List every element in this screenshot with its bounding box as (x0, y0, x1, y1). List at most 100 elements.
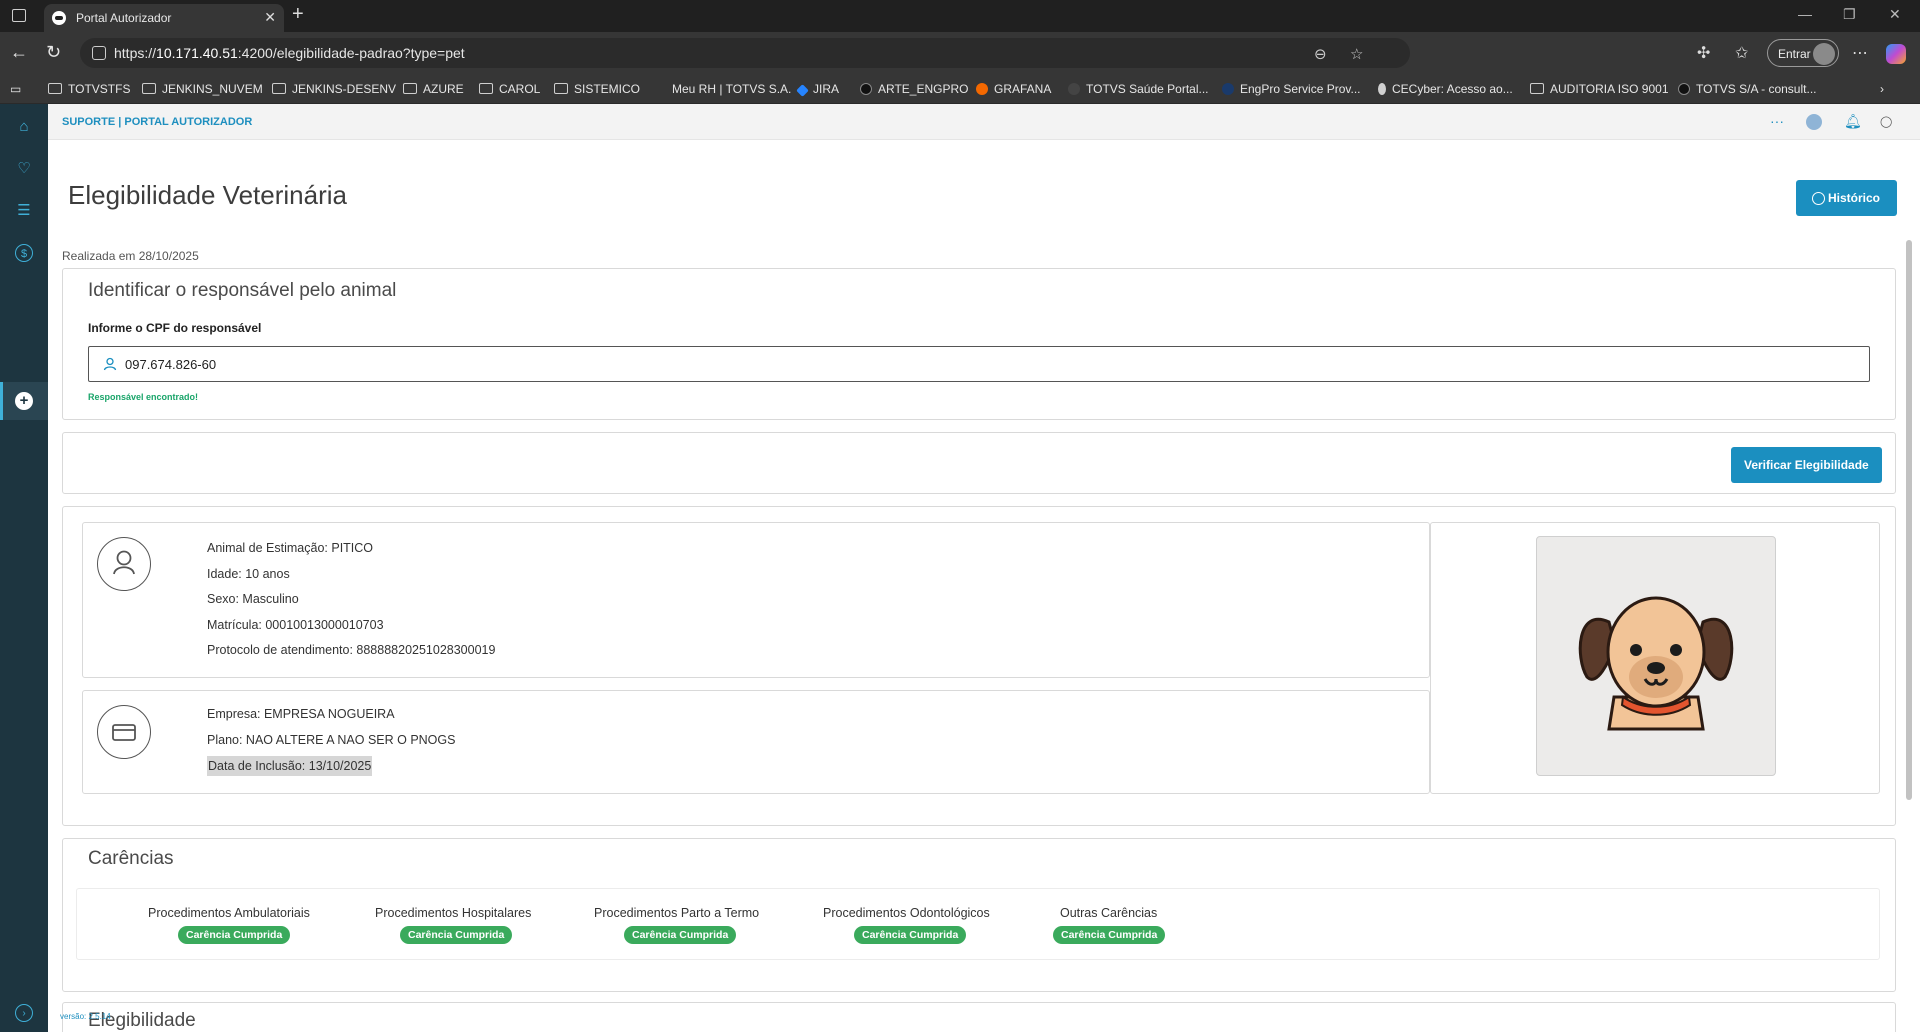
signin-button[interactable]: Entrar (1767, 39, 1839, 67)
site-icon (1068, 83, 1080, 95)
carencia-status-badge: Carência Cumprida (854, 926, 967, 944)
close-window-icon[interactable]: ✕ (1889, 6, 1901, 23)
carencia-status-badge: Carência Cumprida (400, 926, 513, 944)
address-toolbar: ← ↻ https://10.171.40.51:4200/elegibilid… (0, 32, 1920, 74)
pet-registration: Matrícula: 00010013000010703 (207, 618, 384, 632)
bookmark-meu-rh[interactable]: Meu RH | TOTVS S.A. (672, 82, 791, 96)
more-options-icon[interactable]: ··· (1770, 113, 1784, 129)
bookmark-engpro-service[interactable]: EngPro Service Prov... (1222, 82, 1361, 96)
carencia-label-hospitalares: Procedimentos Hospitalares (375, 906, 532, 920)
favorite-star-icon[interactable]: ☆ (1350, 45, 1363, 63)
identify-title: Identificar o responsável pelo animal (88, 280, 397, 301)
responsavel-found-message: Responsável encontrado! (88, 392, 199, 402)
settings-more-icon[interactable]: ⋯ (1852, 43, 1868, 63)
url-field[interactable]: https://10.171.40.51:4200/elegibilidade-… (80, 38, 1410, 68)
bookmark-jira[interactable]: JIRA (796, 82, 839, 97)
bookmark-auditoria[interactable]: AUDITORIA ISO 9001 (1530, 82, 1669, 96)
user-avatar-icon (97, 537, 151, 591)
pet-age: Idade: 10 anos (207, 567, 290, 581)
plan-name: Plano: NAO ALTERE A NAO SER O PNOGS (207, 733, 456, 747)
add-icon[interactable]: + (15, 392, 33, 410)
browser-tab[interactable]: Portal Autorizador ✕ (44, 4, 284, 32)
carencia-label-parto: Procedimentos Parto a Termo (594, 906, 760, 920)
site-icon (1222, 83, 1234, 95)
url-text: https://10.171.40.51:4200/elegibilidade-… (114, 45, 465, 61)
clock-icon (1812, 192, 1825, 205)
carencias-panel (76, 888, 1880, 960)
home-icon[interactable]: ⌂ (15, 118, 33, 136)
plan-company: Empresa: EMPRESA NOGUEIRA (207, 707, 395, 721)
pet-name: Animal de Estimação: PITICO (207, 541, 374, 555)
jira-icon (796, 84, 809, 97)
site-info-icon[interactable] (92, 46, 106, 60)
verify-eligibility-button[interactable]: Verificar Elegibilidade (1731, 447, 1882, 483)
window-menu-icon[interactable] (12, 9, 26, 22)
copilot-icon[interactable] (1886, 44, 1906, 64)
realizada-date: Realizada em 28/10/2025 (62, 249, 199, 263)
expand-menu-icon[interactable]: › (15, 1004, 33, 1022)
site-icon (860, 83, 872, 95)
grafana-icon (976, 83, 988, 95)
reader-mode-icon[interactable]: ⊖ (1314, 45, 1327, 63)
favorites-icon[interactable]: ✩ (1735, 43, 1748, 63)
bookmark-grafana[interactable]: GRAFANA (976, 82, 1051, 96)
folder-icon (479, 83, 493, 94)
list-icon[interactable]: ☰ (15, 202, 33, 220)
bookmark-jenkins-desenv[interactable]: JENKINS-DESENV (272, 82, 396, 96)
minimize-icon[interactable]: — (1798, 6, 1812, 22)
cpf-input[interactable]: 097.674.826-60 (88, 346, 1870, 382)
profile-icon[interactable]: ◯ (1880, 115, 1892, 128)
back-icon[interactable]: ← (10, 42, 28, 63)
pet-photo (1536, 536, 1776, 776)
new-tab-icon[interactable]: + (292, 3, 304, 26)
tab-favicon-icon (52, 11, 66, 25)
bookmark-totvs-consult[interactable]: TOTVS S/A - consult... (1678, 82, 1817, 96)
bookmark-cecyber[interactable]: CECyber: Acesso ao... (1378, 82, 1513, 96)
profile-avatar-icon (1813, 43, 1835, 65)
bookmark-azure[interactable]: AZURE (403, 82, 464, 96)
dog-icon (1578, 596, 1734, 731)
notification-bell-icon[interactable]: 🔔︎ (1844, 113, 1862, 130)
cpf-label: Informe o CPF do responsável (88, 321, 262, 335)
folder-icon (554, 83, 568, 94)
page-scrollbar[interactable] (1906, 240, 1912, 800)
carencia-label-outras: Outras Carências (1060, 906, 1158, 920)
breadcrumb[interactable]: SUPORTE | PORTAL AUTORIZADOR (62, 116, 252, 128)
bookmark-totvs-saude[interactable]: TOTVS Saúde Portal... (1068, 82, 1209, 96)
side-navigation: ⌂ ♡ ☰ $ + › (0, 104, 48, 1032)
main-page: SUPORTE | PORTAL AUTORIZADOR ··· 🔔︎ ◯ El… (48, 104, 1920, 1032)
tab-close-icon[interactable]: ✕ (264, 9, 276, 26)
pet-sex: Sexo: Masculino (207, 592, 299, 606)
site-icon (1378, 83, 1386, 95)
carencia-status-badge: Carência Cumprida (1053, 926, 1166, 944)
heart-icon[interactable]: ♡ (15, 160, 33, 178)
bookmark-carol[interactable]: CAROL (479, 82, 540, 96)
bookmark-sistemico[interactable]: SISTEMICO (554, 82, 640, 96)
refresh-icon[interactable]: ↻ (46, 42, 61, 63)
folder-icon (48, 83, 62, 94)
folder-icon (1530, 83, 1544, 94)
pet-info-panel: Animal de Estimação: PITICO Idade: 10 an… (82, 522, 1430, 678)
money-icon[interactable]: $ (15, 244, 33, 262)
carencia-label-ambulatoriais: Procedimentos Ambulatoriais (148, 906, 310, 920)
bookmarks-overflow-icon[interactable]: › (1880, 82, 1884, 96)
version-label: versão: 2.5.14 (60, 1012, 111, 1021)
bookmark-totvstfs[interactable]: TOTVSTFS (48, 82, 130, 96)
folder-icon (142, 83, 156, 94)
collections-icon[interactable]: ▭ (10, 82, 21, 96)
plan-inclusion-date: Data de Inclusão: 13/10/2025 (207, 756, 373, 776)
history-button[interactable]: Histórico (1796, 180, 1897, 216)
folder-icon (403, 83, 417, 94)
app-header: SUPORTE | PORTAL AUTORIZADOR ··· 🔔︎ ◯ (48, 104, 1920, 140)
bookmark-jenkins-nuvem[interactable]: JENKINS_NUVEM (142, 82, 263, 96)
page-title: Elegibilidade Veterinária (68, 180, 347, 210)
folder-icon (272, 83, 286, 94)
verify-card (62, 432, 1896, 494)
extensions-icon[interactable]: ✣ (1697, 43, 1710, 63)
browser-tab-bar: Portal Autorizador ✕ + — ❐ ✕ (0, 0, 1920, 32)
bookmark-arte-engpro[interactable]: ARTE_ENGPRO (860, 82, 968, 96)
user-avatar-icon[interactable] (1806, 114, 1822, 130)
tab-title: Portal Autorizador (76, 11, 172, 25)
restore-icon[interactable]: ❐ (1843, 6, 1856, 23)
carencia-status-badge: Carência Cumprida (178, 926, 291, 944)
